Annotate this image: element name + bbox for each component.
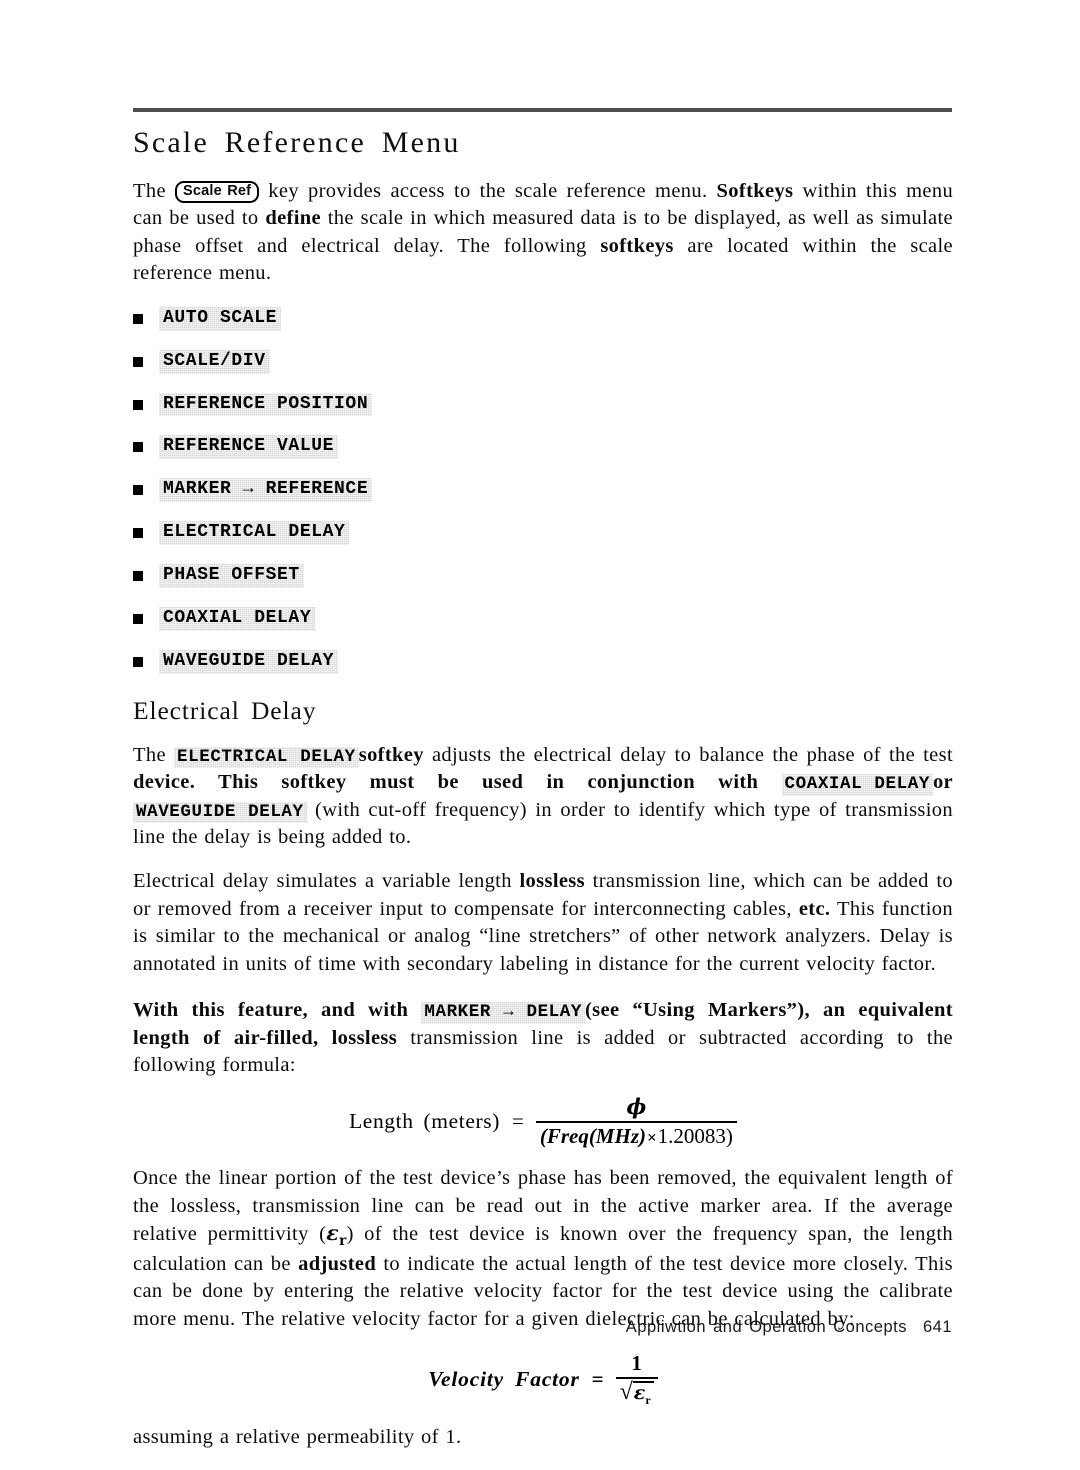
den-value: 1.20083	[657, 1123, 726, 1148]
length-formula-row: Length (meters) = ϕ (Freq(MHz)×1.20083)	[349, 1093, 737, 1148]
ed-p2-bold-lossless: lossless	[519, 869, 585, 892]
list-item: PHASE OFFSET	[133, 564, 953, 588]
length-fraction: ϕ (Freq(MHz)×1.20083)	[535, 1093, 737, 1148]
page-content: Scale Reference Menu The Scale Ref key p…	[133, 108, 953, 1470]
den-open-paren: (	[539, 1123, 547, 1148]
intro-bold-softkeys-2: softkeys	[600, 234, 674, 257]
electrical-delay-paragraph-3: With this feature, and with MARKER → DEL…	[133, 997, 953, 1080]
velocity-formula-label: Velocity Factor	[428, 1366, 580, 1391]
list-item: REFERENCE POSITION	[133, 393, 953, 417]
velocity-formula-equals: =	[591, 1366, 604, 1391]
footer-text: Appliwtion and Operation Concepts	[625, 1318, 907, 1336]
velocity-factor-formula: Velocity Factor = 1 √ εr	[133, 1351, 953, 1406]
velocity-formula-row: Velocity Factor = 1 √ εr	[428, 1351, 658, 1406]
electrical-delay-paragraph-1: The ELECTRICAL DELAY softkey adjusts the …	[133, 742, 953, 852]
softkey-phase-offset[interactable]: PHASE OFFSET	[159, 564, 304, 588]
den-close-paren: )	[725, 1123, 733, 1148]
softkey-coaxial-delay[interactable]: COAXIAL DELAY	[159, 607, 315, 631]
length-numerator: ϕ	[626, 1093, 647, 1119]
radical-icon: √	[619, 1379, 633, 1406]
square-bullet-icon	[133, 442, 143, 453]
den-mhz: (MHz)	[588, 1123, 646, 1148]
square-bullet-icon	[133, 313, 143, 324]
square-bullet-icon	[133, 571, 143, 582]
softkey-waveguide-delay-inline[interactable]: WAVEGUIDE DELAY	[133, 801, 307, 823]
intro-paragraph: The Scale Ref key provides access to the…	[133, 178, 953, 288]
length-formula: Length (meters) = ϕ (Freq(MHz)×1.20083)	[133, 1093, 953, 1148]
ed-p1-a: The	[133, 743, 166, 766]
square-bullet-icon	[133, 656, 143, 667]
square-bullet-icon	[133, 528, 143, 539]
ed-p2-a: Electrical delay simulates a variable le…	[133, 869, 512, 892]
radicand: εr	[632, 1381, 654, 1407]
section-title-electrical-delay: Electrical Delay	[133, 695, 317, 725]
epsilon-subscript: r	[339, 1233, 347, 1250]
intro-bold-define: define	[265, 207, 321, 230]
list-item: SCALE/DIV	[133, 350, 953, 374]
list-item: MARKER → REFERENCE	[133, 478, 953, 502]
page-title: Scale Reference Menu	[133, 126, 461, 159]
list-item: REFERENCE VALUE	[133, 435, 953, 459]
electrical-delay-paragraph-2: Electrical delay simulates a variable le…	[133, 868, 953, 978]
epsilon-symbol: εr	[326, 1221, 346, 1249]
softkey-marker-to-reference[interactable]: MARKER → REFERENCE	[159, 478, 372, 502]
document-page: Scale Reference Menu The Scale Ref key p…	[0, 0, 1080, 1448]
ed-p3-bold-a: With this feature, and with	[133, 999, 409, 1022]
epsilon-char: ε	[326, 1221, 340, 1246]
radicand-subscript: r	[645, 1392, 651, 1407]
softkey-auto-scale[interactable]: AUTO SCALE	[159, 307, 281, 331]
list-item: ELECTRICAL DELAY	[133, 521, 953, 545]
ed-p4-bold-adjusted: adjusted	[298, 1252, 377, 1275]
den-freq: Freq	[546, 1123, 589, 1148]
velocity-fraction: 1 √ εr	[615, 1351, 658, 1406]
page-footer: Appliwtion and Operation Concepts 641	[133, 1318, 952, 1337]
velocity-numerator: 1	[631, 1351, 642, 1376]
ed-p2-bold-etc: etc.	[798, 897, 831, 920]
den-times-icon: ×	[646, 1127, 657, 1147]
softkey-list: AUTO SCALE SCALE/DIV REFERENCE POSITION …	[133, 307, 953, 674]
square-bullet-icon	[133, 485, 143, 496]
velocity-denominator: √ εr	[616, 1379, 658, 1406]
softkey-marker-to-delay-inline[interactable]: MARKER → DELAY	[421, 1002, 585, 1023]
header-rule	[133, 108, 952, 112]
electrical-delay-paragraph-4: Once the linear portion of the test devi…	[133, 1165, 953, 1333]
list-item: WAVEGUIDE DELAY	[133, 650, 953, 674]
length-formula-equals: =	[511, 1109, 524, 1134]
ed-p1-c: adjusts the electrical delay to balance …	[431, 743, 953, 766]
length-denominator: (Freq(MHz)×1.20083)	[536, 1123, 737, 1148]
ed-p1-bold-or: or	[932, 771, 954, 794]
ed-p1-bold-d: device. This softkey must be used in con…	[133, 771, 759, 794]
radicand-epsilon: ε	[633, 1382, 646, 1405]
scale-ref-key[interactable]: Scale Ref	[175, 180, 260, 204]
softkey-electrical-delay-inline[interactable]: ELECTRICAL DELAY	[174, 746, 359, 768]
electrical-delay-paragraph-5: assuming a relative permeability of 1.	[133, 1425, 462, 1448]
softkey-waveguide-delay[interactable]: WAVEGUIDE DELAY	[159, 650, 338, 674]
softkey-reference-value[interactable]: REFERENCE VALUE	[159, 435, 338, 459]
softkey-coaxial-delay-inline[interactable]: COAXIAL DELAY	[782, 774, 933, 795]
square-bullet-icon	[133, 399, 143, 410]
square-bullet-icon	[133, 356, 143, 367]
intro-bold-softkeys: Softkeys	[716, 179, 794, 202]
length-formula-label: Length (meters)	[349, 1109, 500, 1134]
list-item: COAXIAL DELAY	[133, 607, 953, 631]
softkey-scale-div[interactable]: SCALE/DIV	[159, 350, 270, 374]
list-item: AUTO SCALE	[133, 307, 953, 331]
square-bullet-icon	[133, 613, 143, 624]
softkey-electrical-delay[interactable]: ELECTRICAL DELAY	[159, 521, 349, 545]
softkey-reference-position[interactable]: REFERENCE POSITION	[159, 393, 372, 417]
intro-lead: The	[133, 179, 166, 202]
ed-p1-b: softkey	[358, 743, 424, 766]
page-number: 641	[922, 1318, 952, 1336]
square-root-group: √ εr	[619, 1379, 654, 1407]
ed-p3-bold-c: air-filled, lossless	[233, 1026, 398, 1049]
intro-after-key: key provides access to the scale referen…	[268, 179, 708, 202]
